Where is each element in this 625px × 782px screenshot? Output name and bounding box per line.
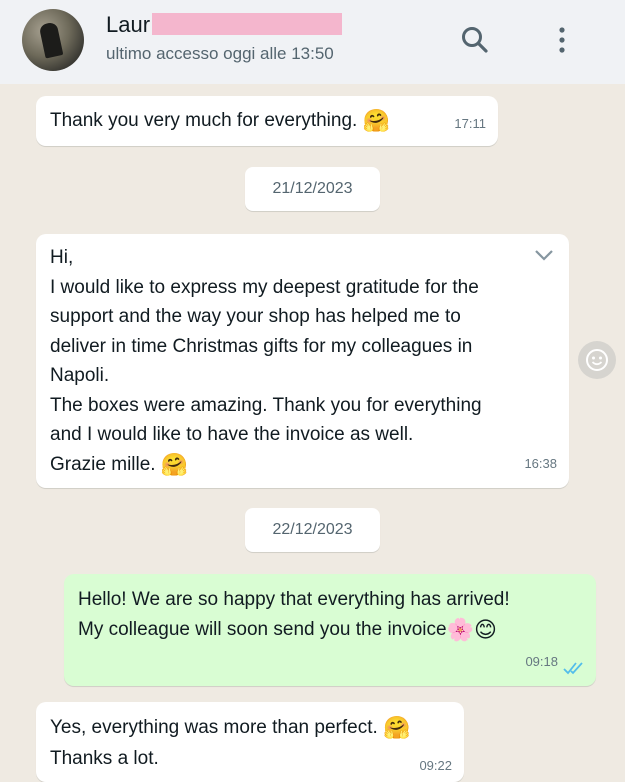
- reaction-button[interactable]: [578, 341, 616, 379]
- contact-name[interactable]: Laur: [106, 12, 343, 38]
- message-bubble-incoming[interactable]: Yes, everything was more than perfect. 🤗…: [36, 702, 464, 782]
- message-bubble-outgoing[interactable]: Hello! We are so happy that everything h…: [64, 574, 596, 686]
- last-seen-status: ultimo accesso oggi alle 13:50: [106, 44, 334, 63]
- hugging-face-emoji: 🤗: [383, 716, 411, 741]
- message-time: 17:11: [454, 115, 486, 131]
- message-text: Hello! We are so happy that everything h…: [78, 589, 510, 640]
- message-time: 16:38: [524, 455, 557, 471]
- chat-header: Laur ultimo accesso oggi alle 13:50: [0, 0, 625, 84]
- message-text: Yes, everything was more than perfect.: [50, 717, 378, 738]
- hugging-face-emoji: 🤗: [160, 452, 189, 478]
- date-separator: 22/12/2023: [245, 508, 380, 552]
- search-button[interactable]: [457, 22, 493, 58]
- hugging-face-emoji: 🤗: [362, 109, 390, 134]
- smiley-icon: [586, 349, 608, 371]
- message-text-line-2: Thanks a lot.: [50, 747, 159, 769]
- search-icon: [462, 27, 488, 53]
- message-text: Thank you very much for everything.: [50, 110, 358, 131]
- message-bubble-incoming[interactable]: Thank you very much for everything. 🤗 17…: [36, 96, 498, 146]
- redaction-block: [152, 13, 343, 35]
- contact-name-text: Laur: [106, 12, 151, 37]
- message-time: 09:18: [525, 653, 558, 669]
- message-time: 09:22: [419, 757, 452, 773]
- menu-button[interactable]: [544, 22, 580, 58]
- date-separator: 21/12/2023: [245, 167, 380, 211]
- flower-smile-emoji: 🌸😊: [446, 617, 497, 643]
- contact-avatar[interactable]: [22, 9, 84, 71]
- chevron-down-icon[interactable]: [533, 248, 555, 262]
- vertical-dots-menu-icon: [559, 27, 565, 53]
- read-receipt-icon: [563, 662, 583, 675]
- message-text: Hi, I would like to express my deepest g…: [50, 247, 482, 475]
- message-list[interactable]: Thank you very much for everything. 🤗 17…: [0, 84, 625, 782]
- message-bubble-incoming[interactable]: Hi, I would like to express my deepest g…: [36, 234, 569, 488]
